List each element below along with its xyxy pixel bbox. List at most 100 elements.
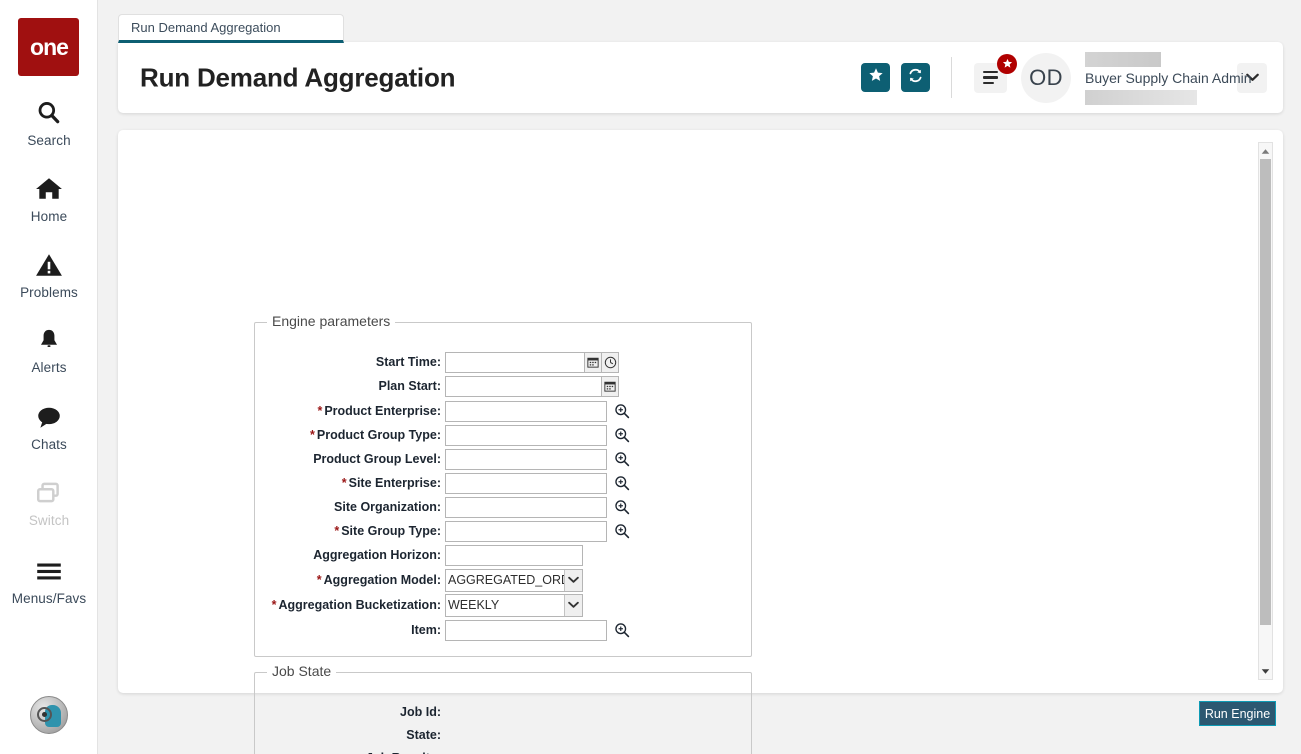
sidebar-item-label: Menus/Favs [11,591,87,606]
tab-run-demand-aggregation[interactable]: Run Demand Aggregation [118,14,344,43]
product-enterprise-input[interactable] [445,400,607,422]
page-header: Run Demand Aggregation OD Buyer Supply C… [118,42,1283,113]
aggregation-bucketization-select[interactable]: WEEKLY [445,593,583,617]
field-label: Job Id: [400,705,441,719]
calendar-icon[interactable] [585,351,602,373]
field-label: Start Time: [375,355,441,369]
magnifier-plus-icon[interactable] [612,620,632,641]
sidebar-item-switch[interactable]: Switch [0,480,98,528]
job-state-fieldset: Job State Job Id: State: Job Results: Ta… [254,663,752,754]
field-label: Aggregation Horizon: [313,548,441,562]
sidebar-item-menus-favs[interactable]: Menus/Favs [0,558,98,606]
field-site-enterprise: * Site Enterprise: [255,471,751,495]
user-avatar-icon[interactable] [30,696,68,734]
required-asterisk: * [316,573,322,587]
field-label: Product Group Level: [313,452,441,466]
job-state-row: Job Id: [255,700,751,724]
clock-icon[interactable] [602,351,619,373]
sidebar-item-chats[interactable]: Chats [0,404,98,452]
sidebar-item-home[interactable]: Home [0,176,98,224]
aggregation-model-select[interactable]: AGGREGATED_ORDER [445,568,583,592]
aggregation-model-select-wrapper: AGGREGATED_ORDER [445,568,583,592]
plan-start-input[interactable] [445,375,602,397]
triangle-down-icon[interactable] [1259,664,1272,678]
redacted-user-name [1085,51,1161,67]
field-aggregation-model: * Aggregation Model: AGGREGATED_ORDER [255,568,751,592]
magnifier-plus-icon[interactable] [612,425,632,446]
field-plan-start: Plan Start: [255,374,751,398]
calendar-icon[interactable] [602,375,619,397]
product-group-level-input[interactable] [445,448,607,470]
required-asterisk: * [310,428,315,442]
sidebar-item-label: Home [30,209,68,224]
field-site-group-type: * Site Group Type: [255,519,751,543]
star-badge-icon [997,53,1017,74]
menu-favorites-button[interactable] [974,53,1017,93]
aggregation-bucketization-select-wrapper: WEEKLY [445,593,583,617]
search-icon [0,100,98,130]
chat-icon [0,404,98,434]
engine-parameters-legend: Engine parameters [267,313,396,329]
job-state-legend: Job State [267,663,337,679]
sidebar-item-alerts[interactable]: Alerts [0,327,98,375]
warning-icon [0,252,98,282]
site-enterprise-input[interactable] [445,472,607,494]
magnifier-plus-icon[interactable] [612,497,632,518]
bell-icon [0,327,98,357]
sidebar-item-search[interactable]: Search [0,100,98,148]
sidebar-item-label: Switch [28,513,70,528]
required-asterisk: * [334,524,340,538]
magnifier-plus-icon[interactable] [612,401,632,422]
required-asterisk: * [271,598,277,612]
menu-bar-2 [983,76,998,79]
field-aggregation-bucketization: * Aggregation Bucketization: WEEKLY [255,593,751,617]
field-label: * Product Group Type: [310,428,441,442]
sidebar-item-problems[interactable]: Problems [0,252,98,300]
svg-text:one: one [30,34,68,60]
sidebar-item-label: Chats [31,437,67,452]
sidebar-item-label: Alerts [31,360,67,375]
content-scrollbar[interactable] [1258,142,1273,680]
required-asterisk: * [341,476,347,490]
job-state-row: State: [255,723,751,747]
run-engine-button[interactable]: Run Engine [1199,701,1276,726]
switch-icon [0,480,98,510]
start-time-input[interactable] [445,351,585,373]
field-label: Plan Start: [378,379,441,393]
site-group-type-input[interactable] [445,520,607,542]
field-label: * Site Enterprise: [341,476,441,490]
field-label: * Aggregation Model: [316,573,441,587]
content-panel: Engine parameters Start Time: Plan Start… [118,130,1283,754]
magnifier-plus-icon[interactable] [612,449,632,470]
redacted-user-company [1085,89,1197,105]
one-network-logo[interactable]: one [18,18,79,76]
engine-parameters-fieldset: Engine parameters Start Time: Plan Start… [254,313,752,657]
favorite-button[interactable] [861,63,890,92]
item-input[interactable] [445,619,607,641]
scrollbar-thumb[interactable] [1260,159,1271,625]
field-label: State: [406,728,441,742]
refresh-button[interactable] [901,63,930,92]
site-organization-input[interactable] [445,496,607,518]
field-product-group-type: * Product Group Type: [255,423,751,447]
field-site-organization: Site Organization: [255,495,751,519]
sidebar-item-label: Search [27,133,71,148]
menu-bar-1 [983,70,998,74]
application-window: one Search Home Problems Alerts Chats Sw… [0,0,1301,754]
menu-bar-3 [983,81,994,85]
hamburger-icon [0,558,98,588]
magnifier-plus-icon[interactable] [612,521,632,542]
header-actions: OD Buyer Supply Chain Admin [861,42,1283,113]
field-label: Site Organization: [334,500,441,514]
avatar[interactable]: OD [1021,52,1071,103]
aggregation-horizon-input[interactable] [445,544,583,566]
home-icon [0,176,98,206]
required-asterisk: * [317,404,323,418]
triangle-up-icon[interactable] [1259,144,1272,158]
left-sidebar: one Search Home Problems Alerts Chats Sw… [0,0,98,754]
magnifier-plus-icon[interactable] [612,473,632,494]
field-start-time: Start Time: [255,350,751,374]
refresh-icon [907,67,924,89]
field-label: * Aggregation Bucketization: [271,598,441,612]
product-group-type-input[interactable] [445,424,607,446]
